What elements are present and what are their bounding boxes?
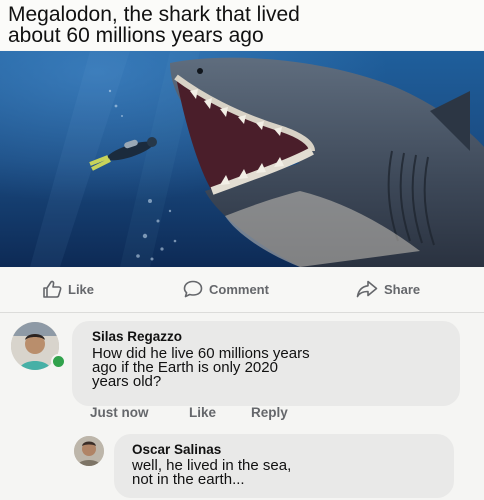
- share-button[interactable]: Share: [356, 280, 420, 298]
- comment-label: Comment: [209, 281, 269, 297]
- caption-line-2: about 60 millions years ago: [8, 24, 264, 47]
- like-label: Like: [68, 281, 95, 297]
- post-action-bar: Like Comment Share: [0, 268, 484, 313]
- megalodon-diver-illustration: [0, 51, 484, 267]
- post-caption: Megalodon, the shark that lived about 60…: [0, 0, 484, 50]
- comment-timestamp[interactable]: Just now: [90, 405, 149, 420]
- comment-reply-button[interactable]: Reply: [251, 405, 288, 420]
- caption-line-1: Megalodon, the shark that lived: [8, 3, 300, 26]
- comment-text: well, he lived in the sea, not in the ea…: [132, 458, 432, 488]
- comment-author[interactable]: Silas Regazzo: [92, 329, 182, 344]
- reply-bubble: Oscar Salinas well, he lived in the sea,…: [114, 434, 454, 498]
- share-label: Share: [384, 281, 421, 297]
- share-icon: [356, 280, 378, 298]
- comment-author[interactable]: Oscar Salinas: [132, 442, 221, 457]
- avatar[interactable]: [74, 436, 104, 466]
- online-indicator: [51, 354, 66, 369]
- like-button[interactable]: Like: [42, 280, 94, 298]
- thumbs-up-icon: [43, 280, 62, 298]
- comment-icon: [183, 280, 203, 298]
- comment-like-button[interactable]: Like: [189, 405, 216, 420]
- comment-text-line: years old?: [92, 373, 162, 390]
- comment-text-line: not in the earth...: [132, 471, 245, 488]
- post-image[interactable]: [0, 51, 484, 267]
- comment-button[interactable]: Comment: [183, 280, 269, 298]
- comment-bubble: Silas Regazzo How did he live 60 million…: [72, 321, 460, 406]
- profile-photo-oscar: [74, 436, 104, 466]
- comment-text: How did he live 60 millions years ago if…: [92, 346, 432, 390]
